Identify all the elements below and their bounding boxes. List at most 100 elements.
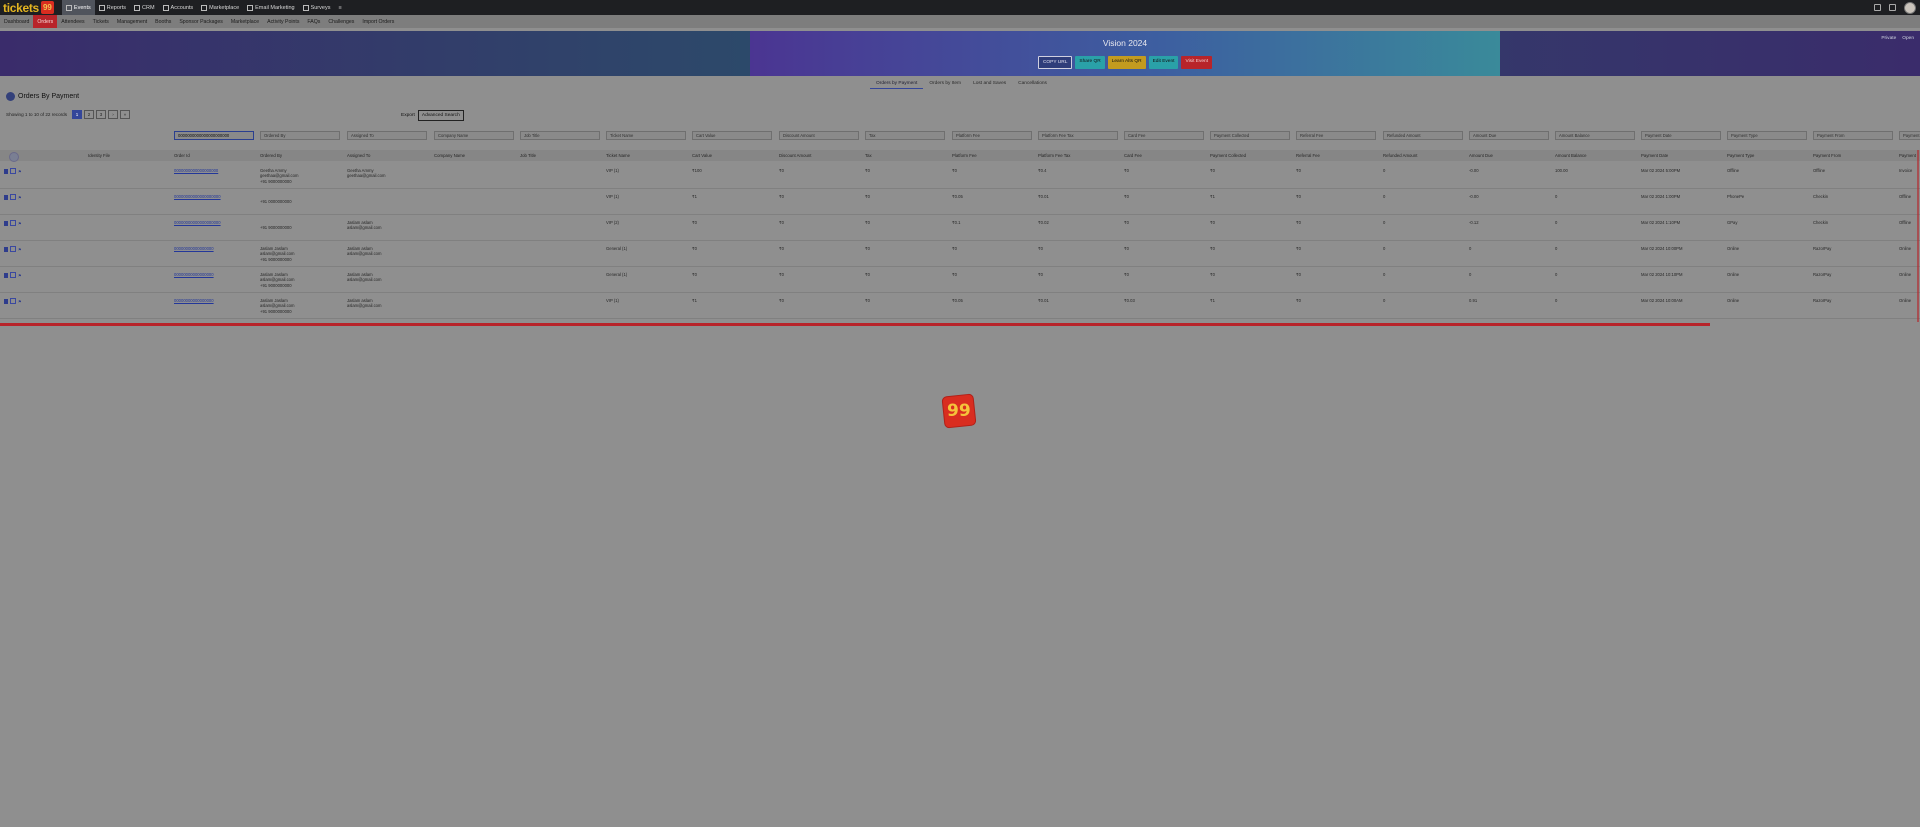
table-row[interactable]: ⚑ 00000000000000000000 +91 9000000000 Jasl… — [0, 214, 1920, 241]
open-toggle[interactable]: Open — [1902, 36, 1914, 41]
filter-input[interactable]: Job Title — [520, 131, 600, 140]
page-button[interactable]: 2 — [84, 110, 95, 119]
column-header[interactable]: Amount Due — [1469, 153, 1493, 158]
cell-order-id[interactable]: 00000000000000000000 — [174, 220, 221, 225]
filter-input[interactable]: Amount Due — [1469, 131, 1549, 140]
private-toggle[interactable]: Private — [1881, 36, 1896, 41]
column-header[interactable]: Cart Value — [692, 153, 712, 158]
column-header[interactable]: Tax — [865, 153, 872, 158]
edit-event-button[interactable]: Edit Event — [1148, 56, 1179, 69]
filter-input[interactable]: Platform Fee — [952, 131, 1032, 140]
top-nav-item[interactable]: Reports — [95, 0, 130, 15]
filter-input[interactable]: Tax — [865, 131, 945, 140]
report-tab[interactable]: Lost and Saves — [967, 79, 1012, 89]
filter-input[interactable]: Referral Fee — [1296, 131, 1376, 140]
top-nav-item[interactable]: Marketplace — [197, 0, 243, 15]
page-button[interactable]: › — [108, 110, 119, 119]
table-row[interactable]: ⚑ 00000000000000000 Jaslam Jaslam aslam@gm… — [0, 266, 1920, 293]
column-header[interactable]: Order Id — [174, 153, 190, 158]
flag-icon[interactable]: ⚑ — [18, 169, 22, 174]
sub-nav-item[interactable]: Import Orders — [358, 15, 398, 28]
column-header[interactable]: Payment Type — [1727, 153, 1754, 158]
visit-event-button[interactable]: Visit Event — [1181, 56, 1213, 69]
copy-icon[interactable] — [10, 272, 16, 278]
learn-alts-qr-button[interactable]: Learn Alts QR — [1107, 56, 1146, 69]
page-button[interactable]: » — [120, 110, 131, 119]
filter-input[interactable]: Payment From — [1813, 131, 1893, 140]
filter-input[interactable]: Amount Balance — [1555, 131, 1635, 140]
filter-input[interactable]: Payment Collected — [1210, 131, 1290, 140]
column-header[interactable]: Refunded Amount — [1383, 153, 1417, 158]
top-nav-item[interactable]: Events — [61, 0, 95, 15]
column-header[interactable]: Ordered By — [260, 153, 282, 158]
top-nav-item[interactable]: CRM — [130, 0, 159, 15]
bell-icon[interactable] — [1889, 4, 1896, 11]
top-nav-item[interactable]: Accounts — [159, 0, 198, 15]
edit-icon[interactable] — [4, 168, 8, 174]
sub-nav-item[interactable]: FAQs — [303, 15, 324, 28]
sub-nav-item[interactable]: Sponsor Packages — [175, 15, 227, 28]
filter-input[interactable]: Ticket Name — [606, 131, 686, 140]
table-row[interactable]: ⚑ 00000000000000000 Jaslam Jaslam aslam@gm… — [0, 292, 1920, 319]
grid-icon[interactable] — [1874, 4, 1881, 11]
sub-nav-item[interactable]: Dashboard — [0, 15, 33, 28]
column-header[interactable]: Amount Balance — [1555, 153, 1587, 158]
column-header[interactable]: Referral Fee — [1296, 153, 1320, 158]
cell-order-id[interactable]: 00000000000000000 — [174, 272, 214, 277]
filter-input[interactable]: Payment Type — [1727, 131, 1807, 140]
report-tab[interactable]: Orders by Item — [923, 79, 967, 89]
top-nav-item[interactable]: Surveys — [299, 0, 335, 15]
edit-icon[interactable] — [4, 298, 8, 304]
report-tab[interactable]: Orders by Payment — [870, 79, 924, 89]
table-row[interactable]: ⚑ 0000000000000000000 Geetha Ammy geethaa@… — [0, 162, 1920, 189]
flag-icon[interactable]: ⚑ — [18, 195, 22, 200]
advanced-search-button[interactable]: Advanced Search — [417, 110, 464, 121]
sub-nav-item[interactable]: Challenges — [324, 15, 358, 28]
sub-nav-item[interactable]: Orders — [33, 15, 58, 28]
cell-order-id[interactable]: 00000000000000000000 — [174, 194, 221, 199]
top-nav-item[interactable]: ≡ — [334, 0, 345, 15]
report-tab[interactable]: Cancellations — [1012, 79, 1053, 89]
table-row[interactable]: ⚑ 00000000000000000 Jaslam Jaslam aslam@gm… — [0, 240, 1920, 267]
column-header[interactable]: Payment Collected — [1210, 153, 1246, 158]
sub-nav-item[interactable]: Marketplace — [227, 15, 263, 28]
column-header[interactable]: Platform Fee — [952, 153, 977, 158]
filter-input[interactable]: Ordered By — [260, 131, 340, 140]
filter-input[interactable]: Assigned To — [347, 131, 427, 140]
cell-order-id[interactable]: 00000000000000000 — [174, 298, 214, 303]
flag-icon[interactable]: ⚑ — [18, 247, 22, 252]
copy-icon[interactable] — [10, 220, 16, 226]
avatar[interactable] — [1904, 1, 1916, 14]
edit-icon[interactable] — [4, 194, 8, 200]
table-row[interactable]: ⚑ 00000000000000000000 +91 0000000000 VIP … — [0, 188, 1920, 215]
filter-input[interactable]: Cart Value — [692, 131, 772, 140]
flag-icon[interactable]: ⚑ — [18, 221, 22, 226]
scroll-indicator[interactable] — [1917, 150, 1919, 322]
copy-icon[interactable] — [10, 194, 16, 200]
filter-input[interactable]: Platform Fee Tax — [1038, 131, 1118, 140]
flag-icon[interactable]: ⚑ — [18, 299, 22, 304]
column-header[interactable]: Ticket Name — [606, 153, 630, 158]
column-header[interactable]: Payment — [1899, 153, 1916, 158]
column-header[interactable]: Platform Fee Tax — [1038, 153, 1070, 158]
column-header[interactable]: Assigned To — [347, 153, 370, 158]
sub-nav-item[interactable]: Booths — [151, 15, 175, 28]
copy-icon[interactable] — [10, 298, 16, 304]
filter-input[interactable]: Refunded Amount — [1383, 131, 1463, 140]
edit-icon[interactable] — [4, 272, 8, 278]
filter-input[interactable]: Company Name — [434, 131, 514, 140]
page-button[interactable]: 3 — [96, 110, 107, 119]
top-nav-item[interactable]: Email Marketing — [243, 0, 298, 15]
export-button[interactable]: Export — [401, 113, 415, 118]
filter-input[interactable]: Payment — [1899, 131, 1920, 140]
copy-icon[interactable] — [10, 246, 16, 252]
page-button[interactable]: 1 — [72, 110, 83, 119]
copy-url-button[interactable]: COPY URL — [1037, 56, 1073, 69]
column-header[interactable]: Payment From — [1813, 153, 1841, 158]
filter-input[interactable]: Discount Amount — [779, 131, 859, 140]
brand-logo[interactable]: tickets 99 — [3, 0, 54, 15]
cell-order-id[interactable]: 0000000000000000000 — [174, 168, 218, 173]
edit-icon[interactable] — [4, 246, 8, 252]
sub-nav-item[interactable]: Activity Points — [263, 15, 303, 28]
filter-input[interactable]: 0000000000000000000000 — [174, 131, 254, 140]
